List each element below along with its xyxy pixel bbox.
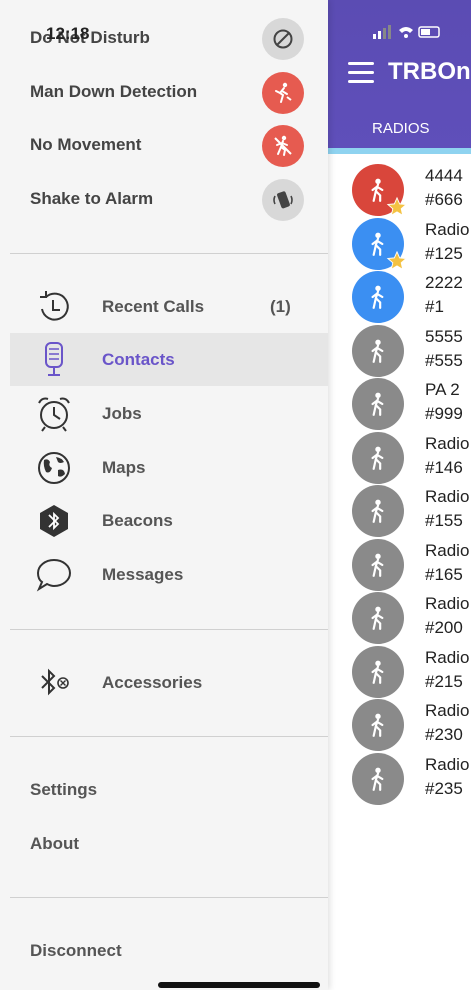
radio-id: #555: [425, 350, 463, 370]
nav-label: Beacons: [102, 511, 173, 530]
no-movement-icon[interactable]: [262, 125, 304, 167]
nav-messages[interactable]: Messages: [10, 548, 328, 601]
signal-wifi-battery-icon: [373, 25, 440, 39]
person-walking-icon: [352, 378, 404, 430]
radio-row[interactable]: 2222 #1: [328, 263, 471, 323]
nav-recent-calls[interactable]: Recent Calls (1): [10, 280, 328, 333]
person-walking-icon: [352, 324, 404, 377]
nav-label: Contacts: [102, 350, 175, 369]
nav-contacts[interactable]: Contacts: [10, 333, 328, 386]
nav-jobs[interactable]: Jobs: [10, 387, 328, 440]
alarm-clock-icon: [34, 394, 74, 434]
tab-radios[interactable]: RADIOS: [372, 120, 430, 137]
radio-row[interactable]: Radio #125: [328, 210, 471, 270]
microphone-icon: [34, 340, 74, 380]
about-link[interactable]: About: [30, 834, 79, 854]
radio-name: Radio: [425, 754, 470, 774]
tab-bar: RADIOS: [328, 110, 471, 148]
divider: [10, 629, 328, 630]
radio-name: Radio: [425, 433, 470, 453]
chat-bubble-icon: [34, 555, 74, 595]
toggle-label: No Movement: [30, 135, 142, 154]
recent-calls-icon: [34, 287, 74, 327]
disconnect-button[interactable]: Disconnect: [30, 941, 122, 961]
toggle-label: Man Down Detection: [30, 82, 198, 101]
radio-name: Radio: [425, 701, 470, 720]
radio-id: #200: [425, 618, 463, 637]
radio-id: #215: [425, 671, 463, 691]
toggle-man-down[interactable]: Man Down Detection: [0, 66, 328, 120]
toggle-label: Shake to Alarm: [30, 189, 154, 208]
radio-row[interactable]: Radio #235: [328, 745, 471, 805]
divider: [10, 253, 328, 254]
radio-list: 4444 #666 Radio #125 2222 #1 5555 #555 PA 2 #999 R…: [328, 156, 471, 805]
radio-id: #125: [425, 243, 463, 263]
tab-indicator: [328, 148, 471, 154]
radio-id: #1: [425, 297, 444, 316]
toggle-shake-to-alarm[interactable]: Shake to Alarm: [0, 173, 328, 227]
shake-alarm-icon[interactable]: [262, 179, 304, 221]
divider: [10, 736, 328, 737]
nav-label: Jobs: [102, 404, 142, 423]
radio-row[interactable]: PA 2 #999: [328, 370, 471, 430]
radio-name: Radio: [425, 594, 470, 613]
toggle-no-movement[interactable]: No Movement: [0, 119, 328, 173]
radio-id: #165: [425, 564, 463, 584]
nav-label: Accessories: [102, 673, 203, 692]
person-walking-icon: [352, 752, 404, 805]
radio-id: #155: [425, 511, 463, 530]
status-icons: [373, 24, 443, 43]
person-walking-icon: [352, 271, 404, 323]
person-walking-icon: [352, 485, 404, 537]
radio-row[interactable]: Radio #215: [328, 638, 471, 698]
radio-name: 4444: [425, 166, 463, 185]
radio-row[interactable]: Radio #146: [328, 424, 471, 484]
radio-id: #230: [425, 725, 463, 744]
radio-name: Radio: [425, 647, 470, 667]
radio-row[interactable]: Radio #155: [328, 477, 471, 537]
divider: [10, 897, 328, 898]
man-down-icon[interactable]: [262, 72, 304, 114]
radio-name: Radio: [425, 540, 470, 560]
radio-row[interactable]: Radio #165: [328, 531, 471, 591]
navigation-drawer: 12:18 Do Not Disturb Man Down Detection …: [0, 0, 328, 990]
bluetooth-off-icon: [34, 663, 74, 703]
status-time: 12:18: [46, 24, 90, 43]
settings-link[interactable]: Settings: [30, 780, 97, 800]
nav-label: Recent Calls: [102, 297, 205, 316]
person-walking-icon: [352, 431, 404, 484]
radio-row[interactable]: Radio #230: [328, 691, 471, 751]
radio-name: Radio: [425, 487, 470, 506]
person-walking-icon: [352, 538, 404, 591]
radio-name: Radio: [425, 219, 470, 239]
recent-calls-count: (1): [270, 297, 291, 316]
radio-id: #146: [425, 457, 463, 477]
hamburger-menu-icon[interactable]: [348, 62, 374, 84]
radio-name: 5555: [425, 326, 463, 346]
radio-name: PA 2: [425, 380, 460, 399]
radio-id: #999: [425, 404, 463, 423]
nav-beacons[interactable]: Beacons: [10, 494, 328, 547]
nav-label: Maps: [102, 458, 146, 477]
app-title: TRBOn: [388, 58, 471, 85]
globe-icon: [34, 448, 74, 488]
nav-accessories[interactable]: Accessories: [10, 656, 328, 709]
nav-label: Messages: [102, 565, 184, 584]
radio-row[interactable]: 4444 #666: [328, 156, 471, 217]
bluetooth-beacon-icon: [34, 501, 74, 541]
nav-maps[interactable]: Maps: [10, 441, 328, 494]
radio-row[interactable]: Radio #200: [328, 584, 471, 644]
person-walking-icon: [352, 699, 404, 751]
radio-id: #666: [425, 190, 463, 209]
do-not-disturb-icon[interactable]: [262, 18, 304, 60]
radio-name: 2222: [425, 273, 463, 292]
radio-row[interactable]: 5555 #555: [328, 317, 471, 377]
radio-id: #235: [425, 778, 463, 798]
home-indicator: [158, 982, 320, 988]
person-walking-icon: [352, 592, 404, 644]
person-walking-icon: [352, 645, 404, 698]
